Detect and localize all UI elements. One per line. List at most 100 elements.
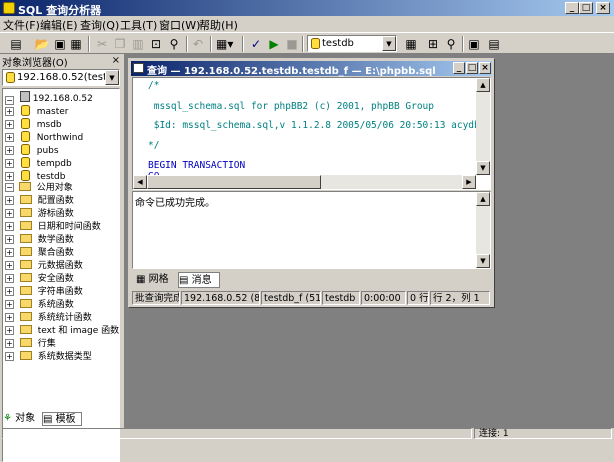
expand-icon[interactable]: + [5,287,14,296]
menu-window[interactable]: 窗口(W) [159,17,200,33]
tree-function-folder[interactable]: + 元数据函数 [5,259,83,271]
expand-icon[interactable]: + [5,196,14,205]
tab-templates[interactable]: ▤ 模板 [42,412,82,426]
results-vertical-scrollbar[interactable]: ▲ ▼ [476,192,490,268]
server-select[interactable]: 192.168.0.52(testdb ▼ [2,69,120,86]
menu-help[interactable]: 帮助(H) [199,17,238,33]
query-maximize-button[interactable]: □ [466,62,478,74]
insert-template-icon[interactable]: ▦ [68,36,84,52]
expand-icon[interactable]: + [5,120,14,129]
tree-database[interactable]: + testdb [5,168,65,182]
paste-icon[interactable]: ▥ [130,36,146,52]
expand-icon[interactable]: + [5,235,14,244]
expand-icon[interactable]: + [5,261,14,270]
menu-tools[interactable]: 工具(T) [120,17,157,33]
tree-function-folder[interactable]: + 日期和时间函数 [5,220,101,232]
close-button[interactable]: × [596,2,610,14]
tree-function-folder[interactable]: + 配置函数 [5,194,74,206]
expand-icon[interactable]: + [5,159,14,168]
tree-common-objects[interactable]: − 公用对象 [5,181,73,193]
tree-function-folder[interactable]: + text 和 image 函数 [5,324,119,336]
close-icon[interactable]: × [112,55,120,66]
cancel-query-icon[interactable]: ■ [284,36,300,52]
query-close-button[interactable]: × [479,62,491,74]
tree-database[interactable]: + pubs [5,142,59,156]
expand-icon[interactable]: + [5,300,14,309]
save-icon[interactable]: ▣ [52,36,68,52]
tree-function-folder[interactable]: + 游标函数 [5,207,74,219]
expand-icon[interactable]: + [5,274,14,283]
tree-function-folder[interactable]: + 行集 [5,337,56,349]
query-minimize-button[interactable]: _ [453,62,465,74]
tree-function-folder[interactable]: + 系统函数 [5,298,74,310]
expand-icon[interactable]: + [5,248,14,257]
cut-icon[interactable]: ✂ [94,36,110,52]
expand-icon[interactable]: + [5,209,14,218]
execute-query-icon[interactable]: ▶ [266,36,282,52]
tab-messages[interactable]: ▤ 消息 [178,272,220,288]
clear-window-icon[interactable]: ⊡ [148,36,164,52]
expand-icon[interactable]: + [5,107,14,116]
parse-query-icon[interactable]: ✓ [248,36,264,52]
scroll-up-icon[interactable]: ▲ [476,192,490,206]
expand-icon[interactable]: + [5,146,14,155]
expand-icon[interactable]: + [5,352,14,361]
open-icon[interactable]: 📂 [34,36,50,52]
chevron-down-icon[interactable]: ▼ [105,70,119,85]
results-mode-icon[interactable]: ▦▾ [216,36,233,52]
status-position: 行 2，列 1 [430,291,490,305]
expand-icon[interactable]: + [5,133,14,142]
tree-function-folder[interactable]: + 字符串函数 [5,285,83,297]
undo-icon[interactable]: ↶ [190,36,206,52]
tree-database[interactable]: + msdb [5,116,62,130]
tree-database[interactable]: + master [5,103,69,117]
toolbar: ▤ 📂 ▣ ▦ ✂ ❐ ▥ ⊡ ⚲ ↶ ▦▾ ✓ ▶ ■ testdb ▼ ▦ … [0,32,614,54]
object-browser-icon[interactable]: ⊞ [425,36,441,52]
scroll-right-icon[interactable]: ▶ [462,175,476,189]
current-connection-icon[interactable]: ▣ [466,36,482,52]
tree-function-folder[interactable]: + 系统数据类型 [5,350,92,362]
maximize-button[interactable]: □ [579,2,593,14]
new-query-icon[interactable]: ▤ [8,36,24,52]
tree-function-folder[interactable]: + 数学函数 [5,233,74,245]
tree-server-root[interactable]: − 192.168.0.52 [5,90,93,105]
expand-icon[interactable]: + [5,313,14,322]
menu-query[interactable]: 查询(Q) [80,17,119,33]
sql-editor[interactable]: /* mssql_schema.sql for phpBB2 (c) 2001,… [132,77,491,190]
object-browser-title: 对象浏览器(O) × [2,55,120,69]
database-select[interactable]: testdb ▼ [307,35,397,52]
tree-function-folder[interactable]: + 聚合函数 [5,246,74,258]
expand-icon[interactable]: + [5,222,14,231]
show-plan-icon[interactable]: ▦ [403,36,419,52]
tab-objects[interactable]: ⚘ 对象 [3,412,41,426]
expand-icon[interactable]: + [5,339,14,348]
grid-icon: ▦ [136,274,146,285]
editor-horizontal-scrollbar[interactable]: ◀ ▶ [133,175,476,189]
menu-file[interactable]: 文件(F) [3,17,40,33]
results-pane-icon[interactable]: ▤ [486,36,502,52]
scroll-up-icon[interactable]: ▲ [476,78,490,92]
object-search-icon[interactable]: ⚲ [443,36,459,52]
copy-icon[interactable]: ❐ [112,36,128,52]
collapse-icon[interactable]: − [5,183,14,192]
tree-function-folder[interactable]: + 系统统计函数 [5,311,92,323]
minimize-button[interactable]: _ [565,2,579,14]
folder-icon [19,338,32,347]
menu-edit[interactable]: 编辑(E) [40,17,78,33]
editor-vertical-scrollbar[interactable]: ▲ ▼ [476,78,490,175]
code-line: /* [148,80,160,91]
tab-grid[interactable]: ▦ 网格 [136,272,178,288]
chevron-down-icon[interactable]: ▼ [382,36,396,51]
tree-function-folder[interactable]: + 安全函数 [5,272,74,284]
scroll-left-icon[interactable]: ◀ [133,175,147,189]
find-icon[interactable]: ⚲ [166,36,182,52]
expand-icon[interactable]: + [5,326,14,335]
scroll-down-icon[interactable]: ▼ [476,161,490,175]
database-select-value: testdb [322,38,354,49]
scroll-down-icon[interactable]: ▼ [476,254,490,268]
expand-icon[interactable]: + [5,172,14,181]
tree-database[interactable]: + tempdb [5,155,72,169]
tree-database[interactable]: + Northwind [5,129,83,143]
horizontal-scroll-thumb[interactable] [147,175,321,189]
status-server: 192.168.0.52 (8.0) [181,291,260,305]
